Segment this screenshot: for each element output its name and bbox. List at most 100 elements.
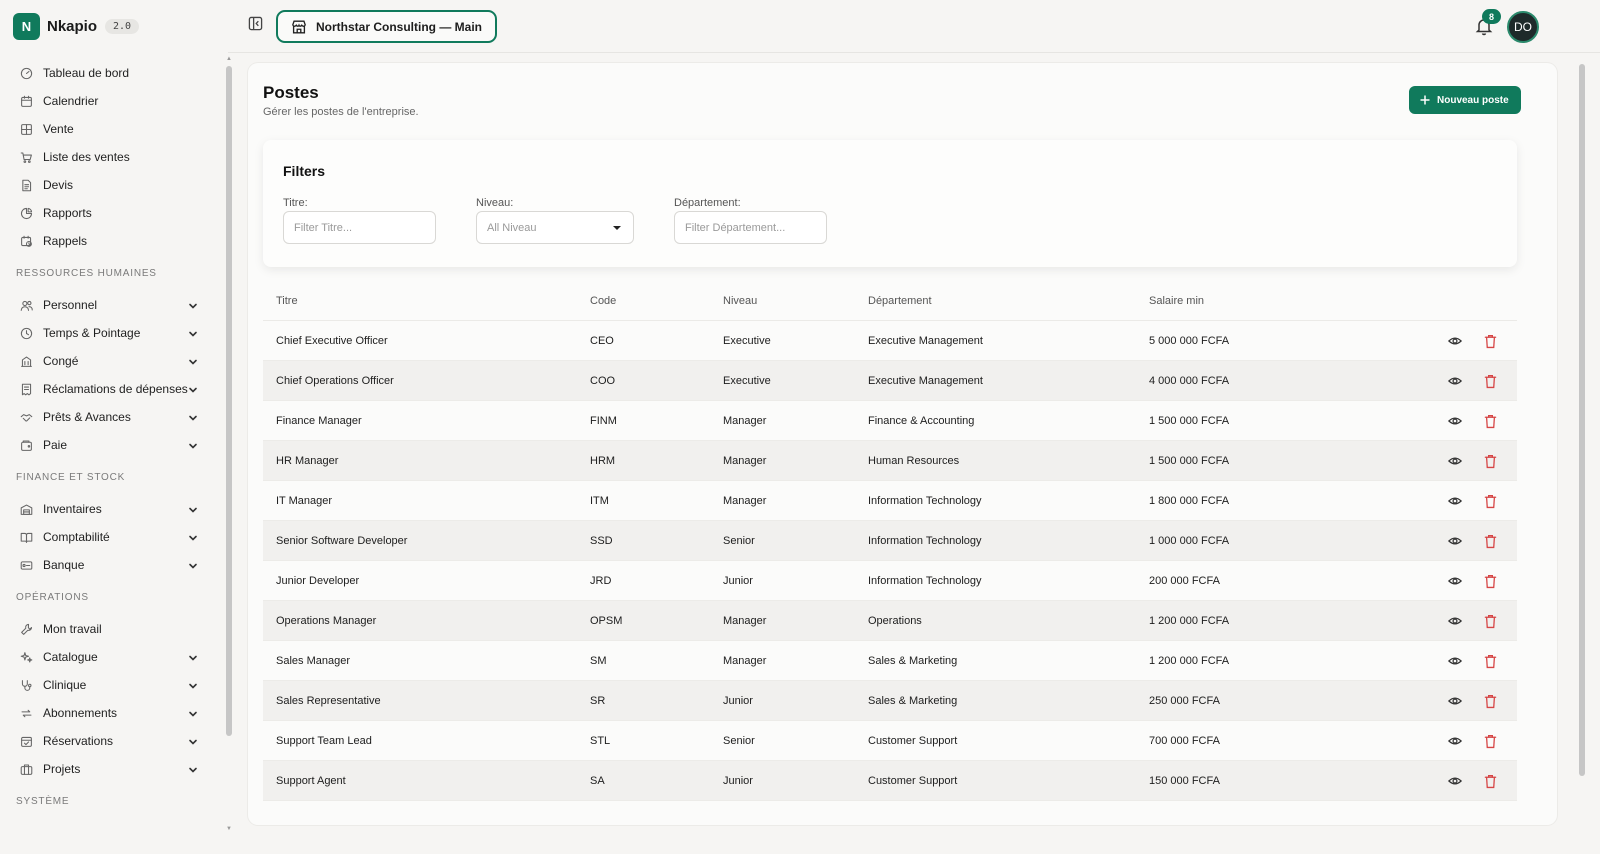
user-avatar[interactable]: DO [1507,11,1539,43]
chevron-down-icon[interactable] [188,504,198,514]
column-header[interactable]: Titre [276,295,298,307]
table-row[interactable]: Junior Developer JRD Junior Information Tec… [263,561,1517,601]
chevron-down-icon[interactable] [188,412,198,422]
table-row[interactable]: Support Team Lead STL Senior Customer Suppo… [263,721,1517,761]
chevron-down-icon[interactable] [188,708,198,718]
table-row[interactable]: Chief Operations Officer COO Executive Exec… [263,361,1517,401]
chevron-down-icon[interactable] [188,680,198,690]
chevron-down-icon[interactable] [188,328,198,338]
sidebar-item-congé[interactable]: Congé [0,347,228,375]
chevron-down-icon[interactable] [188,736,198,746]
eye-icon[interactable] [1447,734,1463,748]
eye-icon[interactable] [1447,334,1463,348]
chevron-down-icon[interactable] [188,764,198,774]
trash-icon[interactable] [1484,774,1497,789]
cell-dept: Customer Support [868,774,958,787]
trash-icon[interactable] [1484,374,1497,389]
trash-icon[interactable] [1484,494,1497,509]
sidebar-item-clinique[interactable]: Clinique [0,671,228,699]
sidebar-scroll-down-icon[interactable]: ▼ [226,826,232,832]
sidebar-item-prêts-avances[interactable]: Prêts & Avances [0,403,228,431]
sidebar-item-tableau-de-bord[interactable]: Tableau de bord [0,59,228,87]
cell-level: Manager [723,614,767,627]
trash-icon[interactable] [1484,654,1497,669]
table-row[interactable]: Sales Representative SR Junior Sales & Mark… [263,681,1517,721]
trash-icon[interactable] [1484,614,1497,629]
sidebar-item-abonnements[interactable]: Abonnements [0,699,228,727]
sidebar-scrollbar[interactable] [226,66,232,736]
eye-icon[interactable] [1447,374,1463,388]
chevron-down-icon[interactable] [188,652,198,662]
eye-icon[interactable] [1447,574,1463,588]
cell-salary: 5 000 000 FCFA [1149,334,1230,347]
trash-icon[interactable] [1484,694,1497,709]
grid-icon [20,123,33,136]
chevron-down-icon[interactable] [188,532,198,542]
cell-salary: 1 500 000 FCFA [1149,414,1230,427]
sidebar-item-catalogue[interactable]: Catalogue [0,643,228,671]
eye-icon[interactable] [1447,614,1463,628]
sidebar-item-rappels[interactable]: Rappels [0,227,228,255]
sidebar-scroll-up-icon[interactable]: ▲ [226,56,232,62]
sidebar-item-temps-pointage[interactable]: Temps & Pointage [0,319,228,347]
sidebar-item-paie[interactable]: Paie [0,431,228,459]
chevron-down-icon[interactable] [188,440,198,450]
table-row[interactable]: Senior Software Developer SSD Senior Inform… [263,521,1517,561]
sidebar-item-devis[interactable]: Devis [0,171,228,199]
trash-icon[interactable] [1484,534,1497,549]
table-row[interactable]: Finance Manager FINM Manager Finance & Acco… [263,401,1517,441]
chevron-down-icon[interactable] [188,384,198,394]
new-position-button[interactable]: Nouveau poste [1409,86,1521,114]
brand-logo: N [13,13,40,40]
departement-filter-input[interactable] [674,211,827,244]
column-header[interactable]: Code [590,295,616,307]
trash-icon[interactable] [1484,454,1497,469]
niveau-filter-select[interactable]: All Niveau [476,211,634,244]
eye-icon[interactable] [1447,774,1463,788]
table-row[interactable]: HR Manager HRM Manager Human Resources 1 500… [263,441,1517,481]
sidebar-item-calendrier[interactable]: Calendrier [0,87,228,115]
sidebar-section-title: OPÉRATIONS [16,592,89,603]
chevron-down-icon[interactable] [188,300,198,310]
sidebar-item-personnel[interactable]: Personnel [0,291,228,319]
sidebar-item-inventaires[interactable]: Inventaires [0,495,228,523]
table-row[interactable]: Operations Manager OPSM Manager Operations 1… [263,601,1517,641]
sidebar-item-comptabilité[interactable]: Comptabilité [0,523,228,551]
titre-filter-input[interactable] [283,211,436,244]
trash-icon[interactable] [1484,414,1497,429]
chevron-down-icon[interactable] [188,560,198,570]
sidebar-item-vente[interactable]: Vente [0,115,228,143]
column-header[interactable]: Département [868,295,932,307]
cell-salary: 700 000 FCFA [1149,734,1220,747]
eye-icon[interactable] [1447,414,1463,428]
trash-icon[interactable] [1484,734,1497,749]
eye-icon[interactable] [1447,534,1463,548]
trash-icon[interactable] [1484,334,1497,349]
main-scrollbar[interactable] [1579,64,1585,776]
eye-icon[interactable] [1447,654,1463,668]
sidebar-item-projets[interactable]: Projets [0,755,228,783]
table-row[interactable]: Chief Executive Officer CEO Executive Execu… [263,321,1517,361]
sidebar-item-réclamations-de-dépenses[interactable]: Réclamations de dépenses [0,375,228,403]
sidebar-item-réservations[interactable]: Réservations [0,727,228,755]
chevron-down-icon[interactable] [188,356,198,366]
company-selector-button[interactable]: Northstar Consulting — Main [276,10,497,43]
table-row[interactable]: Support Agent SA Junior Customer Support 150… [263,761,1517,801]
sidebar-toggle-icon[interactable] [248,16,263,31]
sidebar-item-liste-des-ventes[interactable]: Liste des ventes [0,143,228,171]
sidebar-item-label: Projets [43,762,81,776]
cell-title: IT Manager [276,494,333,507]
sidebar-item-banque[interactable]: Banque [0,551,228,579]
table-row[interactable]: Sales Manager SM Manager Sales & Marketing 1… [263,641,1517,681]
eye-icon[interactable] [1447,454,1463,468]
sidebar-item-mon-travail[interactable]: Mon travail [0,615,228,643]
sidebar-item-label: Prêts & Avances [43,410,131,424]
column-header[interactable]: Niveau [723,295,757,307]
table-row[interactable]: IT Manager ITM Manager Information Technolo… [263,481,1517,521]
column-header[interactable]: Salaire min [1149,295,1204,307]
eye-icon[interactable] [1447,494,1463,508]
sidebar-item-rapports[interactable]: Rapports [0,199,228,227]
trash-icon[interactable] [1484,574,1497,589]
brand[interactable]: N Nkapio 2.0 [13,13,140,40]
eye-icon[interactable] [1447,694,1463,708]
